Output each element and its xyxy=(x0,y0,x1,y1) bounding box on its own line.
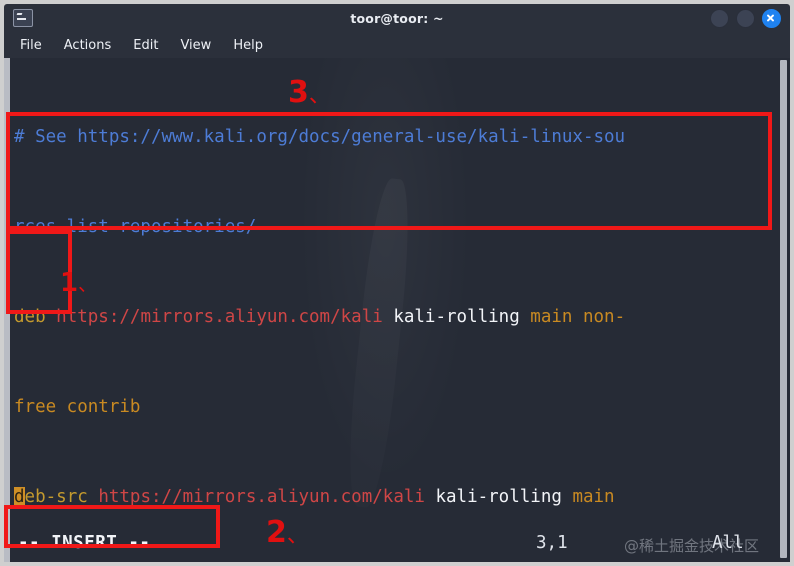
line-distro: kali-rolling xyxy=(435,487,573,507)
scrollbar-thumb[interactable] xyxy=(780,60,787,558)
line-text: # See https://www.kali.org/docs/general-… xyxy=(14,127,626,147)
close-button[interactable] xyxy=(762,8,781,28)
buffer-line: free contrib xyxy=(14,392,772,422)
menu-item-file[interactable]: File xyxy=(20,38,42,53)
buffer-line: deb https://mirrors.aliyun.com/kali kali… xyxy=(14,302,772,332)
menu-item-view[interactable]: View xyxy=(180,38,211,53)
menubar: File Actions Edit View Help xyxy=(4,32,790,58)
maximize-button[interactable] xyxy=(736,8,755,28)
line-components: main non- xyxy=(530,307,626,327)
line-text: rces-list-repositories/ xyxy=(14,217,257,237)
line-url: https://mirrors.aliyun.com/kali xyxy=(56,307,394,327)
terminal-icon xyxy=(13,9,33,27)
line-url: https://mirrors.aliyun.com/kali xyxy=(98,487,436,507)
menu-item-edit[interactable]: Edit xyxy=(133,38,158,53)
terminal-body[interactable]: # See https://www.kali.org/docs/general-… xyxy=(4,58,790,562)
window-title: toor@toor: ~ xyxy=(350,10,444,26)
line-components: main xyxy=(572,487,615,507)
line-distro: kali-rolling xyxy=(393,307,531,327)
vim-statusline: -- INSERT -- 3,1 All xyxy=(10,528,770,558)
titlebar: toor@toor: ~ xyxy=(4,4,790,32)
line-keyword: deb xyxy=(14,307,57,327)
buffer-line: rces-list-repositories/ xyxy=(14,212,772,242)
insert-mode-indicator: -- INSERT -- xyxy=(18,533,151,553)
vim-buffer[interactable]: # See https://www.kali.org/docs/general-… xyxy=(14,62,772,562)
left-edge-strip xyxy=(4,58,10,562)
cursor-position: 3,1 xyxy=(536,533,568,553)
line-keyword: eb-src xyxy=(24,487,99,507)
buffer-line: # See https://www.kali.org/docs/general-… xyxy=(14,122,772,152)
cursor-block: d xyxy=(14,487,25,507)
menu-item-help[interactable]: Help xyxy=(233,38,263,53)
terminal-window: toor@toor: ~ File Actions Edit View Help… xyxy=(0,0,794,566)
buffer-line: deb-src https://mirrors.aliyun.com/kali … xyxy=(14,482,772,512)
menu-item-actions[interactable]: Actions xyxy=(64,38,112,53)
window-controls xyxy=(710,8,781,28)
minimize-button[interactable] xyxy=(710,8,729,28)
line-components: free contrib xyxy=(14,397,141,417)
vertical-scrollbar[interactable] xyxy=(779,58,788,562)
scroll-indicator: All xyxy=(712,533,744,553)
